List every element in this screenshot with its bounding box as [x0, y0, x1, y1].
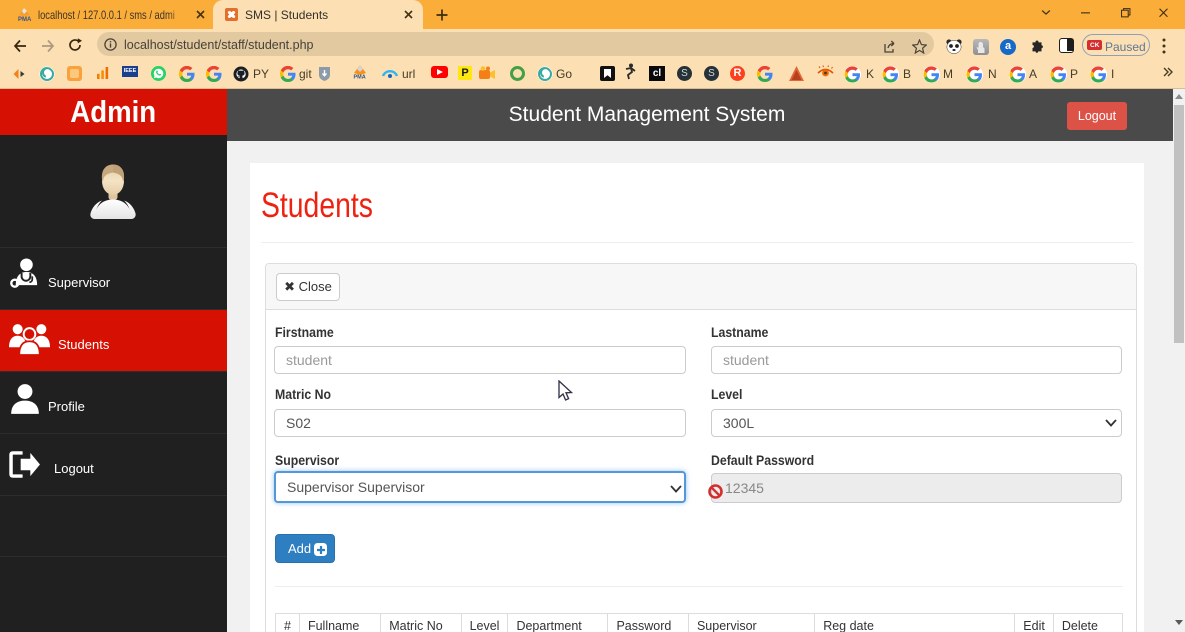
svg-text:PMA: PMA	[18, 17, 32, 22]
svg-text:PMA: PMA	[354, 75, 366, 80]
